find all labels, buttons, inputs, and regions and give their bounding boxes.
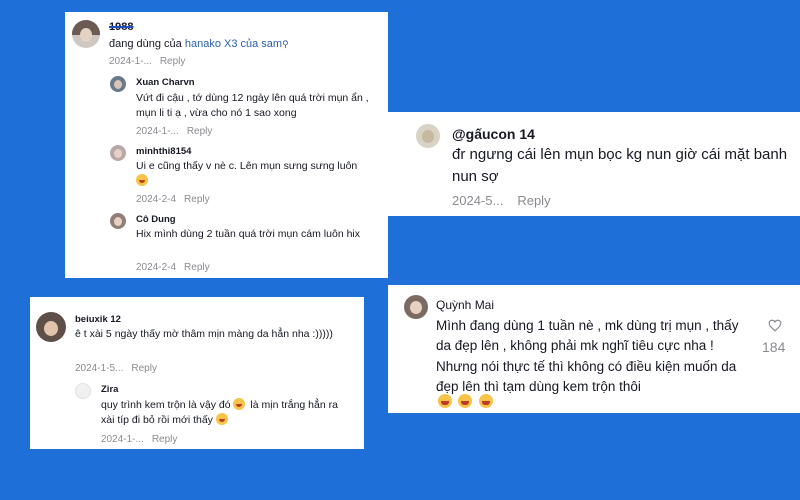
- comment-card-1: 1988 đang dùng của hanako X3 của sam⚲ 20…: [65, 12, 388, 278]
- heart-outline-icon[interactable]: [768, 319, 782, 332]
- reply-button[interactable]: Reply: [160, 56, 186, 67]
- reply-button[interactable]: Reply: [184, 262, 210, 273]
- reply-meta: 2024-1-... Reply: [101, 434, 177, 445]
- reply-text: quy trình kem trộn là vậy đó là mịn trắn…: [101, 398, 351, 428]
- laughing-emoji-icon: [458, 394, 473, 408]
- username[interactable]: Xuan Charvn: [136, 77, 195, 88]
- comment-text: đr ngưng cái lên mụn bọc kg nun giờ cái …: [452, 146, 788, 185]
- avatar[interactable]: [110, 76, 126, 92]
- comment-text-prefix: đang dùng của: [109, 38, 185, 50]
- reply-button[interactable]: Reply: [131, 363, 157, 374]
- comment-card-4: Quỳnh Mai Mình đang dùng 1 tuần nè , mk …: [388, 285, 800, 413]
- comment-date: 2024-1-...: [109, 56, 152, 67]
- avatar[interactable]: [72, 20, 100, 48]
- reply-date: 2024-2-4: [136, 194, 177, 205]
- username[interactable]: Cô Dung: [136, 214, 176, 225]
- comment-meta: 2024-1-... Reply: [109, 56, 185, 67]
- reply-text-body: Ui e cũng thấy v nè c. Lên mụn sưng sưng…: [136, 160, 358, 172]
- reply-text: Vứt đi cậu , tớ dùng 12 ngày lên quá trờ…: [136, 92, 369, 120]
- comment-meta: 2024-1-5... Reply: [75, 363, 157, 374]
- reply-button[interactable]: Reply: [184, 194, 210, 205]
- avatar[interactable]: [110, 145, 126, 161]
- reply-meta: 2024-2-4 Reply: [136, 194, 210, 205]
- reply-text-a: quy trình kem trộn là vậy đó: [101, 399, 234, 411]
- like-count: 184: [762, 339, 786, 355]
- comment-text: ê t xài 5 ngày thấy mờ thâm mịn màng da …: [75, 328, 333, 340]
- reply-date: 2024-1-...: [136, 126, 179, 137]
- username[interactable]: Zira: [101, 384, 118, 395]
- reply-button[interactable]: Reply: [517, 193, 550, 208]
- laughing-emoji-icon: [438, 394, 452, 408]
- reply-text: Hix mình dùng 2 tuần quá trời mụn cám lu…: [136, 228, 361, 240]
- reply-meta: 2024-1-... Reply: [136, 126, 212, 137]
- reply-meta: 2024-2-4 Reply: [136, 262, 210, 273]
- reply-date: 2024-1-...: [101, 434, 144, 445]
- avatar[interactable]: [75, 383, 91, 399]
- avatar[interactable]: [416, 124, 440, 148]
- comment-date: 2024-1-5...: [75, 363, 124, 374]
- laughing-emoji-icon: [233, 398, 246, 410]
- avatar[interactable]: [404, 295, 428, 319]
- search-icon[interactable]: ⚲: [282, 39, 289, 49]
- search-link[interactable]: hanako X3 của sam: [185, 38, 282, 50]
- comment-date: 2024-5...: [452, 193, 504, 208]
- username[interactable]: @gấucon 14: [452, 126, 535, 142]
- reply-text: Ui e cũng thấy v nè c. Lên mụn sưng sưng…: [136, 159, 382, 189]
- reply-button[interactable]: Reply: [152, 434, 178, 445]
- reply-button[interactable]: Reply: [187, 126, 213, 137]
- laughing-emoji-icon: [215, 413, 228, 426]
- comment-text: Mình đang dùng 1 tuần nè , mk dùng trị m…: [436, 318, 739, 394]
- laughing-emoji-icon: [478, 394, 493, 408]
- comment-card-3: beiuxik 12 ê t xài 5 ngày thấy mờ thâm m…: [30, 297, 364, 449]
- comment-meta: 2024-5... Reply: [452, 193, 551, 208]
- comment-text: đang dùng của hanako X3 của sam⚲: [109, 37, 289, 53]
- reply-date: 2024-2-4: [136, 262, 177, 273]
- emoji-row: [438, 393, 495, 411]
- avatar[interactable]: [110, 213, 126, 229]
- username[interactable]: beiuxik 12: [75, 314, 121, 325]
- comment-card-2: @gấucon 14 đr ngưng cái lên mụn bọc kg n…: [388, 112, 800, 216]
- username[interactable]: Quỳnh Mai: [436, 298, 494, 312]
- username[interactable]: 1988: [109, 21, 133, 33]
- username[interactable]: minhthi8154: [136, 146, 191, 157]
- username-text: beiuxik 12: [75, 314, 121, 325]
- avatar[interactable]: [36, 312, 66, 342]
- laughing-emoji-icon: [136, 174, 148, 187]
